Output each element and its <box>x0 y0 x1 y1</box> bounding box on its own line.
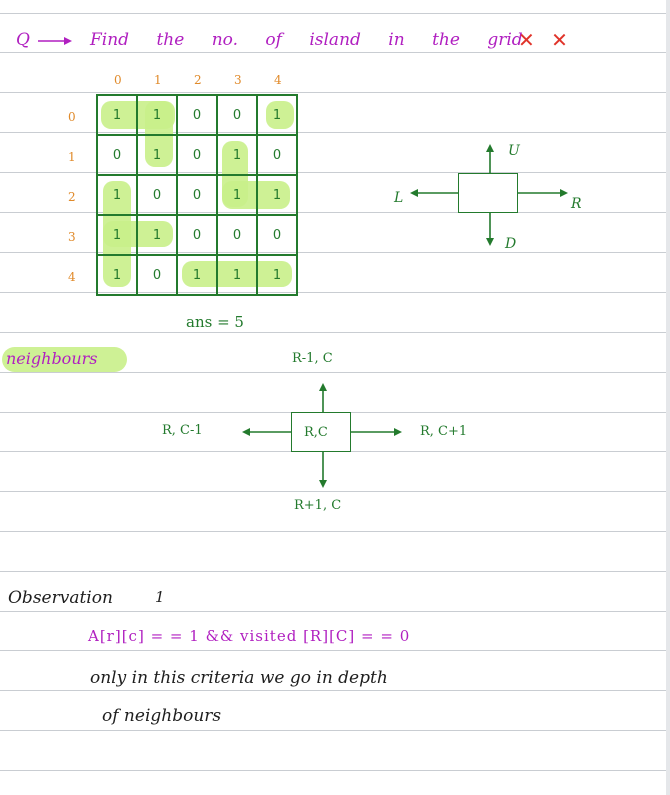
observation-line-1: only in this criteria we go in depth <box>90 668 388 688</box>
neighbour-bottom: R+1, C <box>294 498 342 513</box>
observation-number: 1 <box>155 588 165 606</box>
observation-condition: A[r][c] = = 1 && visited [R][C] = = 0 <box>88 627 411 645</box>
observation-line-2: of neighbours <box>102 706 222 726</box>
note-page: Q Find the no. of island in the grid ✕ ✕… <box>0 0 670 795</box>
neighbour-left: R, C-1 <box>162 423 203 438</box>
observation-title: Observation <box>8 588 113 608</box>
neighbour-right: R, C+1 <box>420 424 468 439</box>
